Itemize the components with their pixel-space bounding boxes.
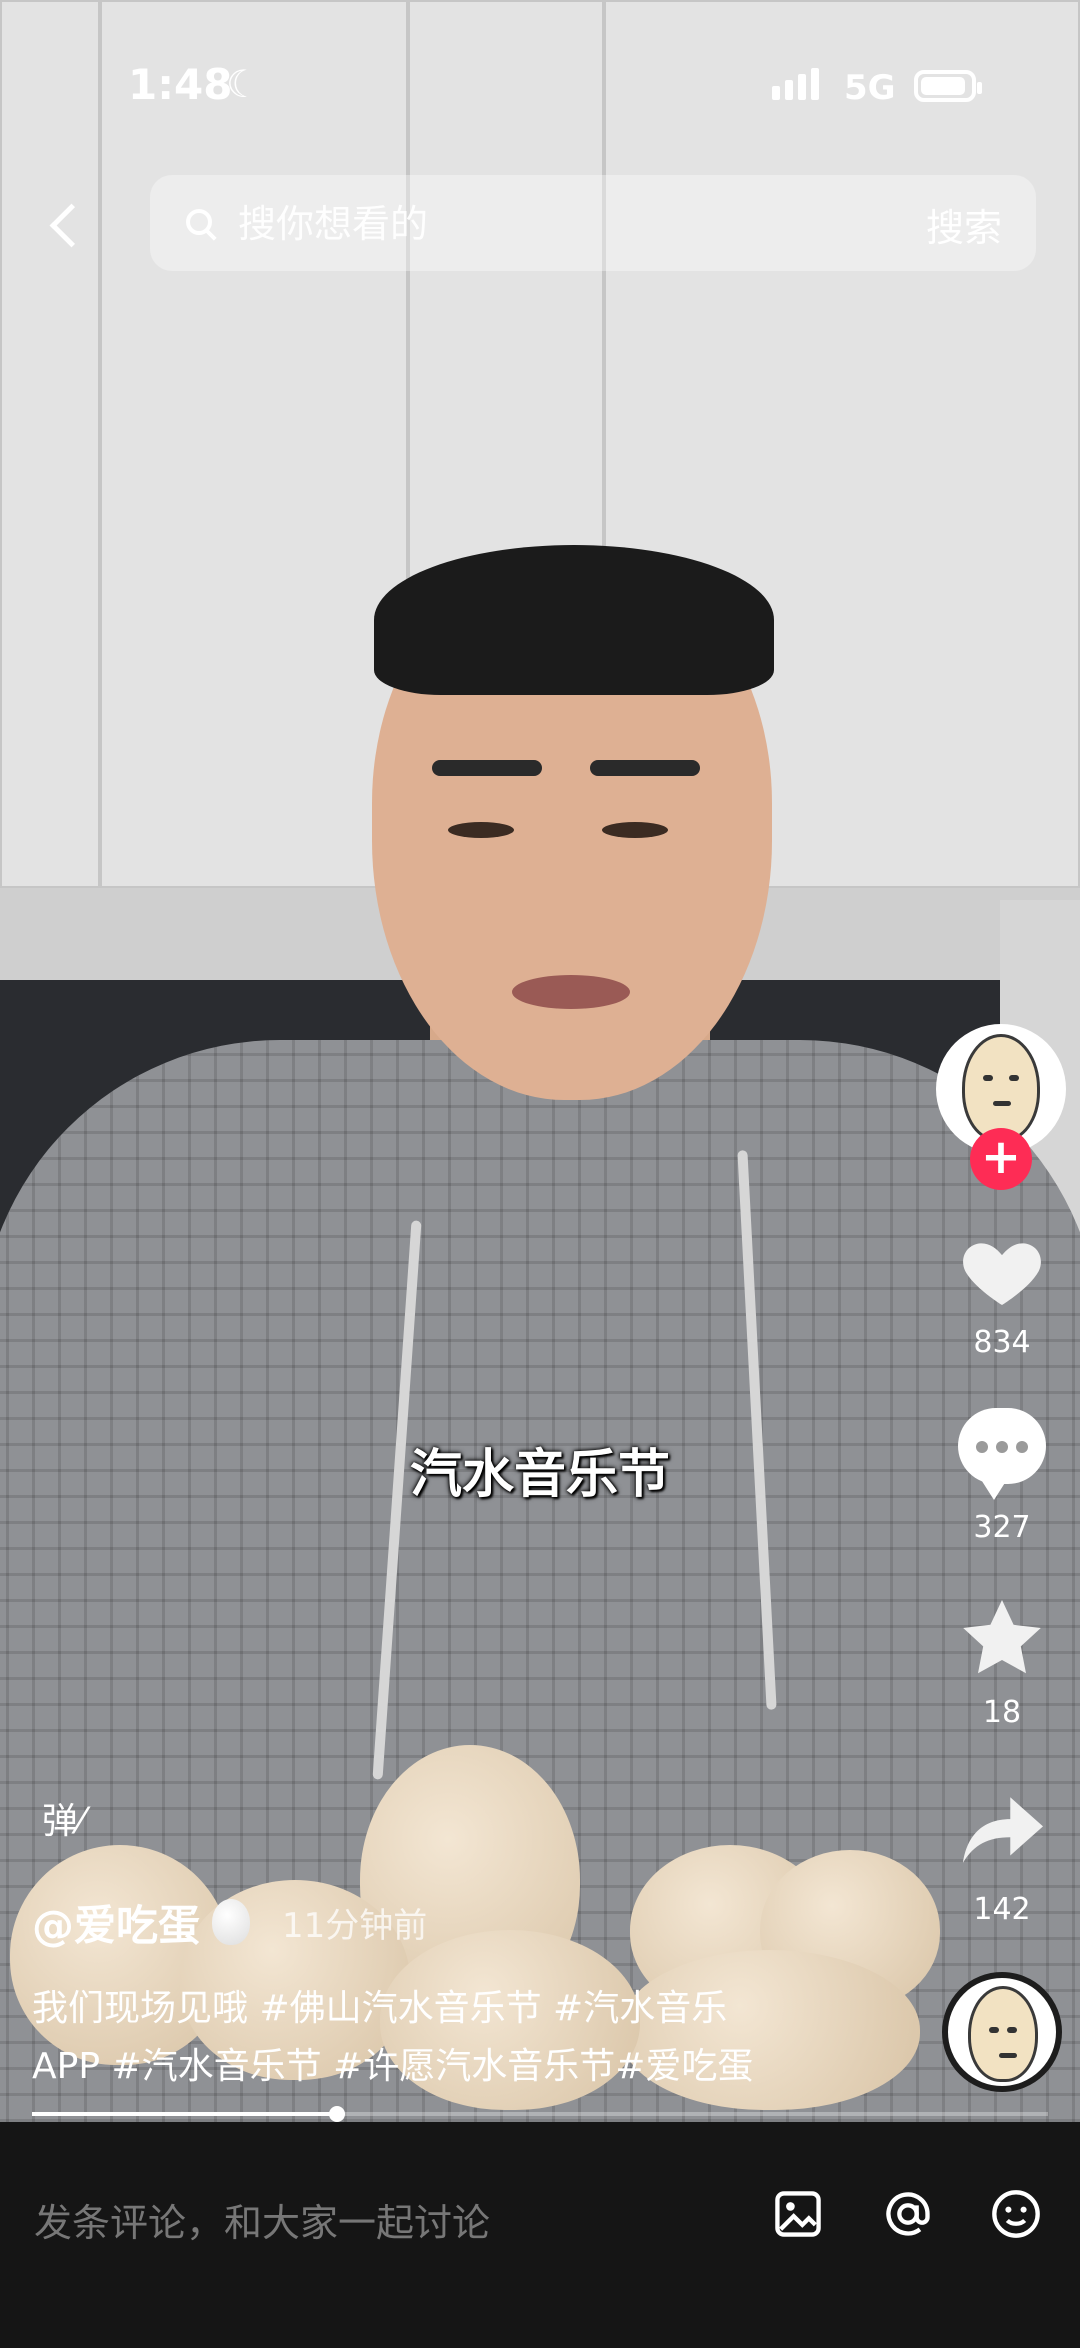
signal-icon — [772, 68, 819, 100]
like-heart-icon[interactable] — [958, 1228, 1046, 1316]
caption-line: 我们现场见哦 #佛山汽水音乐节 #汽水音乐 — [32, 1988, 728, 2029]
search-input[interactable] — [236, 195, 800, 253]
video-subtitle: 汽水音乐节 — [409, 1445, 670, 1505]
playback-progress-bar[interactable] — [32, 2106, 1048, 2122]
like-count: 834 — [973, 1325, 1031, 1360]
music-disc-icon[interactable] — [942, 1972, 1062, 2092]
progress-fill — [32, 2112, 337, 2116]
post-caption[interactable]: 我们现场见哦 #佛山汽水音乐节 #汽水音乐 APP #汽水音乐节 #许愿汽水音乐… — [32, 1980, 812, 2096]
egg-avatar-icon — [968, 1986, 1038, 2082]
egg-avatar-icon — [962, 1034, 1040, 1142]
network-label: 5G — [844, 68, 896, 108]
comment-input[interactable] — [32, 2172, 736, 2274]
person-hair — [374, 545, 774, 695]
video-player[interactable] — [0, 0, 1080, 2122]
follow-plus-icon[interactable]: + — [970, 1128, 1032, 1190]
comment-bubble-icon[interactable] — [958, 1408, 1046, 1500]
caption-line: APP #汽水音乐节 #许愿汽水音乐节#爱吃蛋 — [32, 2046, 754, 2087]
person-eye — [448, 822, 514, 838]
favorite-count: 18 — [982, 1695, 1022, 1730]
status-bar: 1:48 ☾ 5G — [0, 0, 1080, 140]
moon-icon: ☾ — [226, 62, 261, 106]
author-name[interactable]: @爱吃蛋 — [32, 1892, 200, 1953]
battery-icon — [914, 70, 982, 102]
search-button[interactable]: 搜索 — [926, 197, 1002, 252]
emoji-icon[interactable] — [990, 2188, 1042, 2240]
share-arrow-icon[interactable] — [958, 1790, 1048, 1870]
egg-emoji-icon — [212, 1899, 251, 1945]
image-icon[interactable] — [772, 2188, 824, 2240]
at-mention-icon[interactable] — [882, 2188, 934, 2240]
person-eye — [602, 822, 668, 838]
progress-knob[interactable] — [328, 2106, 345, 2122]
comment-bar — [0, 2122, 1080, 2348]
favorite-star-icon[interactable] — [954, 1590, 1050, 1686]
back-button[interactable] — [34, 190, 94, 260]
danmu-toggle[interactable]: 弹⁄ — [42, 1792, 112, 1862]
comment-count: 327 — [973, 1510, 1031, 1545]
share-count: 142 — [973, 1892, 1031, 1927]
status-time: 1:48 — [128, 60, 233, 109]
danmu-label: 弹 — [42, 1801, 79, 1842]
search-icon — [186, 209, 212, 235]
search-bar: 搜索 — [150, 175, 1036, 271]
person-brow — [432, 760, 542, 776]
person-brow — [590, 760, 700, 776]
author-row: @爱吃蛋 11分钟前 — [32, 1892, 427, 1952]
person-mouth — [512, 975, 630, 1009]
post-time: 11分钟前 — [282, 1905, 428, 1946]
